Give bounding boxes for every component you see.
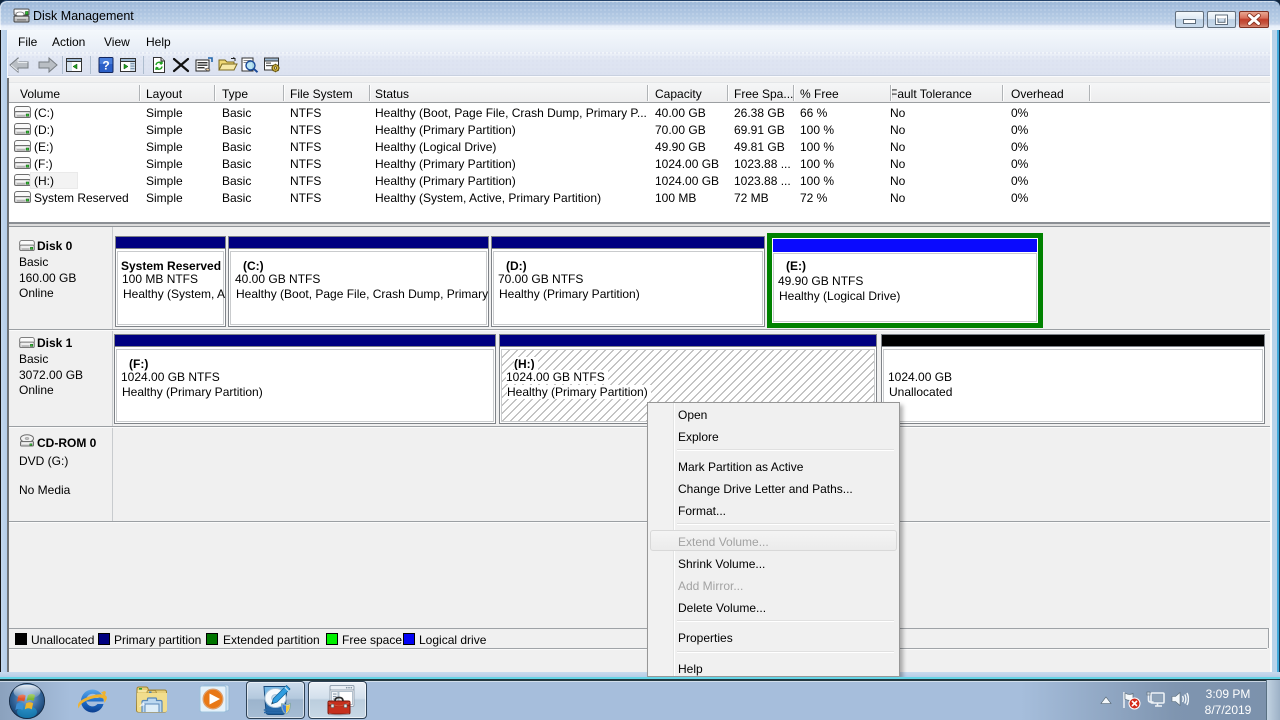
svg-text:?: ?: [102, 59, 109, 73]
